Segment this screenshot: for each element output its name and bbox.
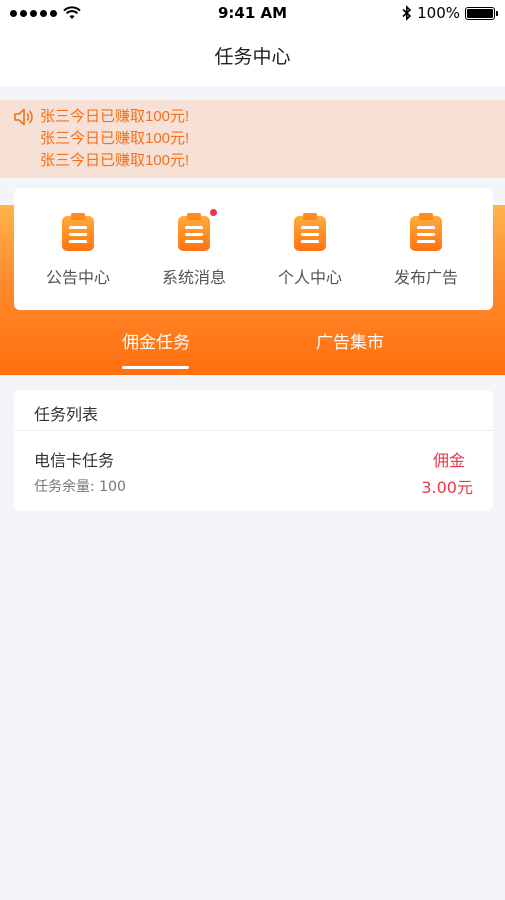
menu-item-label: 系统消息 [161,268,226,287]
clipboard-icon [294,213,326,251]
speaker-icon [14,108,33,126]
task-list-card: 任务列表 电信卡任务 任务余量: 100 佣金 3.00元 [14,390,493,511]
menu-item-profile[interactable]: 个人中心 [250,188,370,310]
nav-bar: 任务中心 [0,28,505,86]
tab-ad-market[interactable]: 广告集市 [304,328,396,372]
commission-label: 佣金 [432,451,465,470]
page-title: 任务中心 [214,46,291,68]
commission-value: 3.00元 [421,478,473,497]
task-remaining-value: 100 [99,479,126,495]
menu-item-messages[interactable]: 系统消息 [134,188,254,310]
notice-line: 张三今日已赚取100元! [40,130,190,147]
notice-lines: 张三今日已赚取100元! 张三今日已赚取100元! 张三今日已赚取100元! [40,106,189,172]
notice-line: 张三今日已赚取100元! [40,152,190,169]
notice-line: 张三今日已赚取100元! [40,108,190,125]
task-remaining: 任务余量: 100 [34,476,126,496]
menu-item-label: 发布广告 [393,268,458,287]
quick-menu-card: 公告中心 系统消息 个人中心 发布广告 [14,188,493,310]
clipboard-icon [62,213,94,251]
battery-icon [465,6,498,20]
bluetooth-icon [402,5,412,21]
task-name: 电信卡任务 [34,451,115,470]
active-tab-indicator [122,366,189,369]
menu-item-announcements[interactable]: 公告中心 [18,188,138,310]
menu-item-label: 公告中心 [45,268,110,287]
clipboard-icon [178,213,210,251]
task-list-header: 任务列表 [14,390,493,431]
status-bar-right: 100% [402,4,498,22]
status-bar: 9:41 AM 100% [0,0,505,28]
task-list-title: 任务列表 [34,405,99,424]
menu-item-post-ad[interactable]: 发布广告 [366,188,486,310]
clipboard-icon [410,213,442,251]
notification-badge [210,209,217,216]
task-remaining-label: 任务余量: [34,479,95,495]
menu-item-label: 个人中心 [277,268,342,287]
battery-percent: 100% [417,4,460,22]
